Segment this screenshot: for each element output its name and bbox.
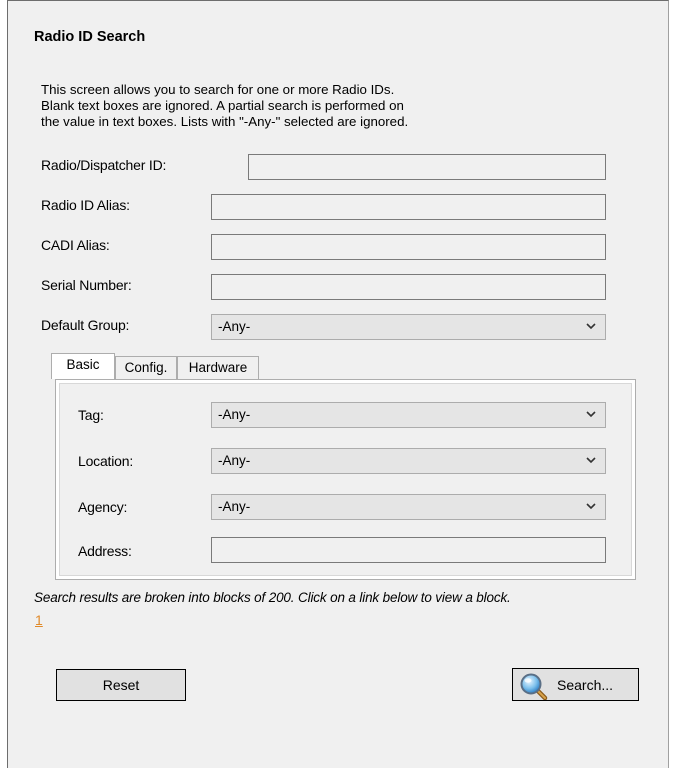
chevron-down-icon [586, 457, 596, 464]
chevron-down-icon [586, 323, 596, 330]
cadi-alias-label: CADI Alias: [41, 237, 110, 253]
location-select[interactable]: -Any- [211, 448, 606, 474]
default-group-label: Default Group: [41, 317, 130, 333]
tab-config[interactable]: Config. [115, 356, 177, 379]
search-button[interactable]: Search... [512, 668, 639, 701]
address-label: Address: [78, 543, 132, 559]
cadi-alias-input[interactable] [211, 234, 606, 260]
chevron-down-icon [586, 503, 596, 510]
tag-value: -Any- [218, 407, 251, 422]
agency-select[interactable]: -Any- [211, 494, 606, 520]
radio-id-alias-input[interactable] [211, 194, 606, 220]
page-title: Radio ID Search [34, 29, 146, 45]
agency-label: Agency: [78, 499, 128, 515]
radio-dispatcher-id-label: Radio/Dispatcher ID: [41, 157, 167, 173]
serial-number-label: Serial Number: [41, 277, 132, 293]
description-line-3: the value in text boxes. Lists with "-An… [41, 114, 409, 129]
results-block-link-1[interactable]: 1 [35, 612, 43, 628]
tag-label: Tag: [78, 407, 104, 423]
search-results-note: Search results are broken into blocks of… [34, 590, 511, 605]
address-input[interactable] [211, 537, 606, 563]
tab-hardware[interactable]: Hardware [177, 356, 259, 379]
default-group-select[interactable]: -Any- [211, 314, 606, 340]
description-line-2: Blank text boxes are ignored. A partial … [41, 98, 404, 113]
description-line-1: This screen allows you to search for one… [41, 82, 395, 97]
tag-select[interactable]: -Any- [211, 402, 606, 428]
location-label: Location: [78, 453, 134, 469]
radio-dispatcher-id-input[interactable] [248, 154, 606, 180]
description-text: This screen allows you to search for one… [41, 82, 408, 130]
location-value: -Any- [218, 453, 251, 468]
tab-basic[interactable]: Basic [51, 353, 115, 379]
radio-id-alias-label: Radio ID Alias: [41, 197, 130, 213]
serial-number-input[interactable] [211, 274, 606, 300]
search-button-label: Search... [557, 677, 614, 693]
default-group-value: -Any- [218, 319, 251, 334]
magnifier-icon [520, 673, 548, 700]
radio-id-search-panel: Radio ID Search This screen allows you t… [7, 0, 669, 768]
reset-button[interactable]: Reset [56, 669, 186, 701]
agency-value: -Any- [218, 499, 251, 514]
chevron-down-icon [586, 411, 596, 418]
